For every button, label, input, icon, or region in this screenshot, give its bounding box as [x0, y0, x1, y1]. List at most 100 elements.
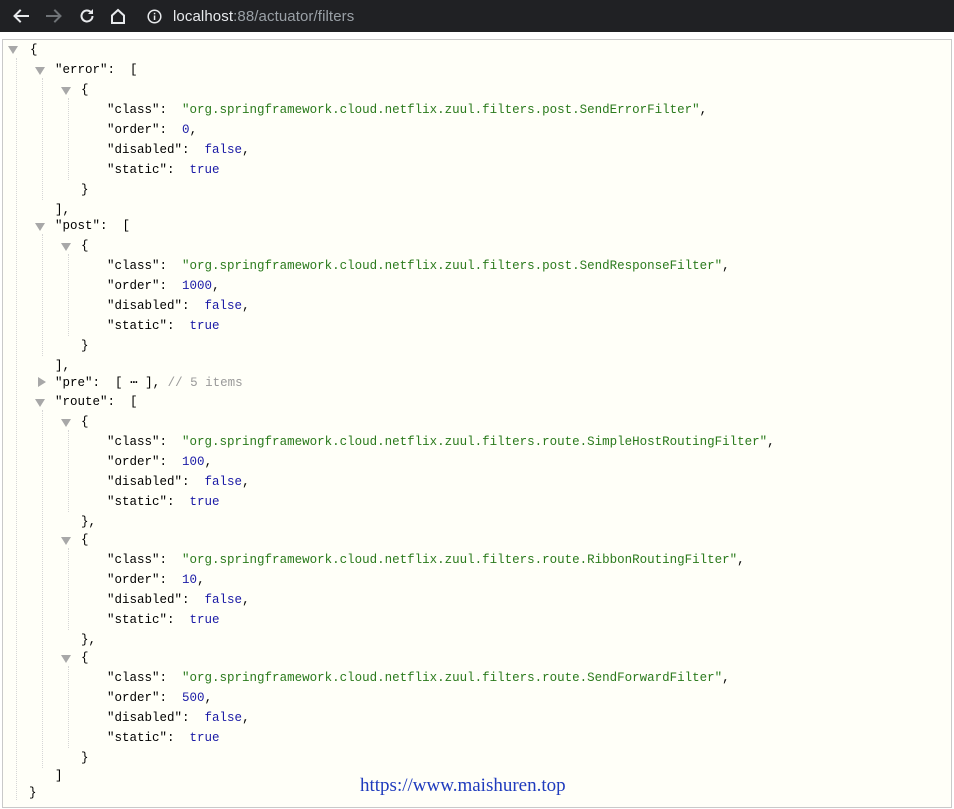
expand-pre-toggle[interactable] — [38, 377, 46, 387]
colon: : — [159, 455, 168, 469]
close-brace: } — [81, 751, 89, 765]
collapsed-ellipsis[interactable]: ⋯ — [130, 376, 138, 390]
collapse-error-toggle[interactable] — [35, 67, 45, 75]
json-line: { — [81, 80, 89, 100]
collapse-post-item-toggle[interactable] — [61, 243, 71, 251]
json-line: { — [81, 648, 89, 668]
close-brace: } — [81, 339, 89, 353]
colon: : — [159, 691, 168, 705]
comma: , — [722, 671, 730, 685]
json-line: "static": true — [107, 160, 220, 180]
json-line: "static": true — [107, 728, 220, 748]
key-order: "order" — [107, 279, 160, 293]
json-line: "class": "org.springframework.cloud.netf… — [107, 256, 730, 276]
collapse-route-item-2-toggle[interactable] — [61, 537, 71, 545]
watermark-text: https://www.maishuren.top — [360, 775, 566, 796]
comma: , — [242, 711, 250, 725]
key-order: "order" — [107, 455, 160, 469]
json-line: "order": 10, — [107, 570, 205, 590]
colon: : — [100, 219, 108, 233]
colon: : — [92, 376, 101, 390]
open-brace: { — [81, 239, 89, 253]
value-class: "org.springframework.cloud.netflix.zuul.… — [182, 435, 768, 449]
collapse-root-toggle[interactable] — [8, 46, 18, 54]
home-icon — [111, 8, 125, 24]
json-line: "class": "org.springframework.cloud.netf… — [107, 668, 730, 688]
comma: , — [737, 553, 745, 567]
key-static: "static" — [107, 163, 168, 177]
json-line: } — [29, 783, 37, 803]
key-static: "static" — [107, 319, 168, 333]
colon: : — [182, 475, 190, 489]
key-class: "class" — [107, 671, 160, 685]
close-bracket: ], — [145, 376, 161, 390]
collapse-route-item-3-toggle[interactable] — [61, 655, 71, 663]
collapse-post-toggle[interactable] — [35, 223, 45, 231]
collapse-error-item-toggle[interactable] — [61, 87, 71, 95]
reload-icon — [80, 9, 94, 23]
value-static: true — [189, 613, 220, 627]
json-line: "static": true — [107, 492, 220, 512]
colon: : — [159, 103, 168, 117]
colon: : — [182, 143, 190, 157]
collapse-route-item-1-toggle[interactable] — [61, 419, 71, 427]
indent-guide — [68, 430, 69, 512]
key-route: "route" — [55, 395, 108, 409]
key-static: "static" — [107, 495, 168, 509]
value-order: 10 — [182, 573, 198, 587]
collapse-route-toggle[interactable] — [35, 399, 45, 407]
json-line: } — [81, 336, 89, 356]
value-static: true — [189, 319, 220, 333]
json-line: "order": 0, — [107, 120, 197, 140]
value-order: 100 — [182, 455, 205, 469]
colon: : — [182, 299, 190, 313]
back-button[interactable] — [9, 4, 33, 28]
key-disabled: "disabled" — [107, 475, 183, 489]
colon: : — [167, 319, 175, 333]
value-order: 1000 — [182, 279, 213, 293]
value-order: 500 — [182, 691, 205, 705]
json-line: } — [81, 180, 89, 200]
key-class: "class" — [107, 553, 160, 567]
info-icon[interactable] — [147, 8, 162, 24]
url-path: :88/actuator/filters — [233, 7, 355, 25]
reload-button[interactable] — [75, 4, 99, 28]
json-line: ] — [55, 766, 63, 786]
open-brace: { — [81, 651, 89, 665]
home-button[interactable] — [106, 4, 130, 28]
json-line: "order": 500, — [107, 688, 212, 708]
comma: , — [767, 435, 775, 449]
close-brace: } — [29, 786, 37, 800]
comma: , — [212, 279, 220, 293]
key-class: "class" — [107, 435, 160, 449]
json-line: "disabled": false, — [107, 708, 250, 728]
colon: : — [159, 435, 168, 449]
indent-guide — [42, 410, 43, 768]
key-order: "order" — [107, 123, 160, 137]
url-text: localhost:88/actuator/filters — [173, 8, 354, 25]
address-bar[interactable]: localhost:88/actuator/filters — [147, 4, 354, 28]
comma: , — [242, 593, 250, 607]
key-disabled: "disabled" — [107, 593, 183, 607]
indent-guide — [68, 548, 69, 630]
key-class: "class" — [107, 259, 160, 273]
colon: : — [159, 671, 168, 685]
value-class: "org.springframework.cloud.netflix.zuul.… — [182, 259, 723, 273]
browser-toolbar: localhost:88/actuator/filters — [0, 0, 954, 32]
json-line: "pre": [ ⋯ ], // 5 items — [55, 373, 243, 393]
colon: : — [107, 63, 116, 77]
open-brace: { — [81, 415, 89, 429]
indent-guide — [68, 254, 69, 336]
key-post: "post" — [55, 219, 101, 233]
close-brace: } — [81, 183, 89, 197]
json-tree: { "error": [ { "class": "org.springframe… — [3, 40, 951, 807]
value-disabled: false — [204, 475, 243, 489]
json-line: "static": true — [107, 316, 220, 336]
json-line: "order": 1000, — [107, 276, 220, 296]
open-brace: { — [30, 43, 38, 57]
key-disabled: "disabled" — [107, 711, 183, 725]
forward-button[interactable] — [42, 4, 66, 28]
json-line: { — [81, 236, 89, 256]
json-line: "static": true — [107, 610, 220, 630]
colon: : — [159, 279, 168, 293]
